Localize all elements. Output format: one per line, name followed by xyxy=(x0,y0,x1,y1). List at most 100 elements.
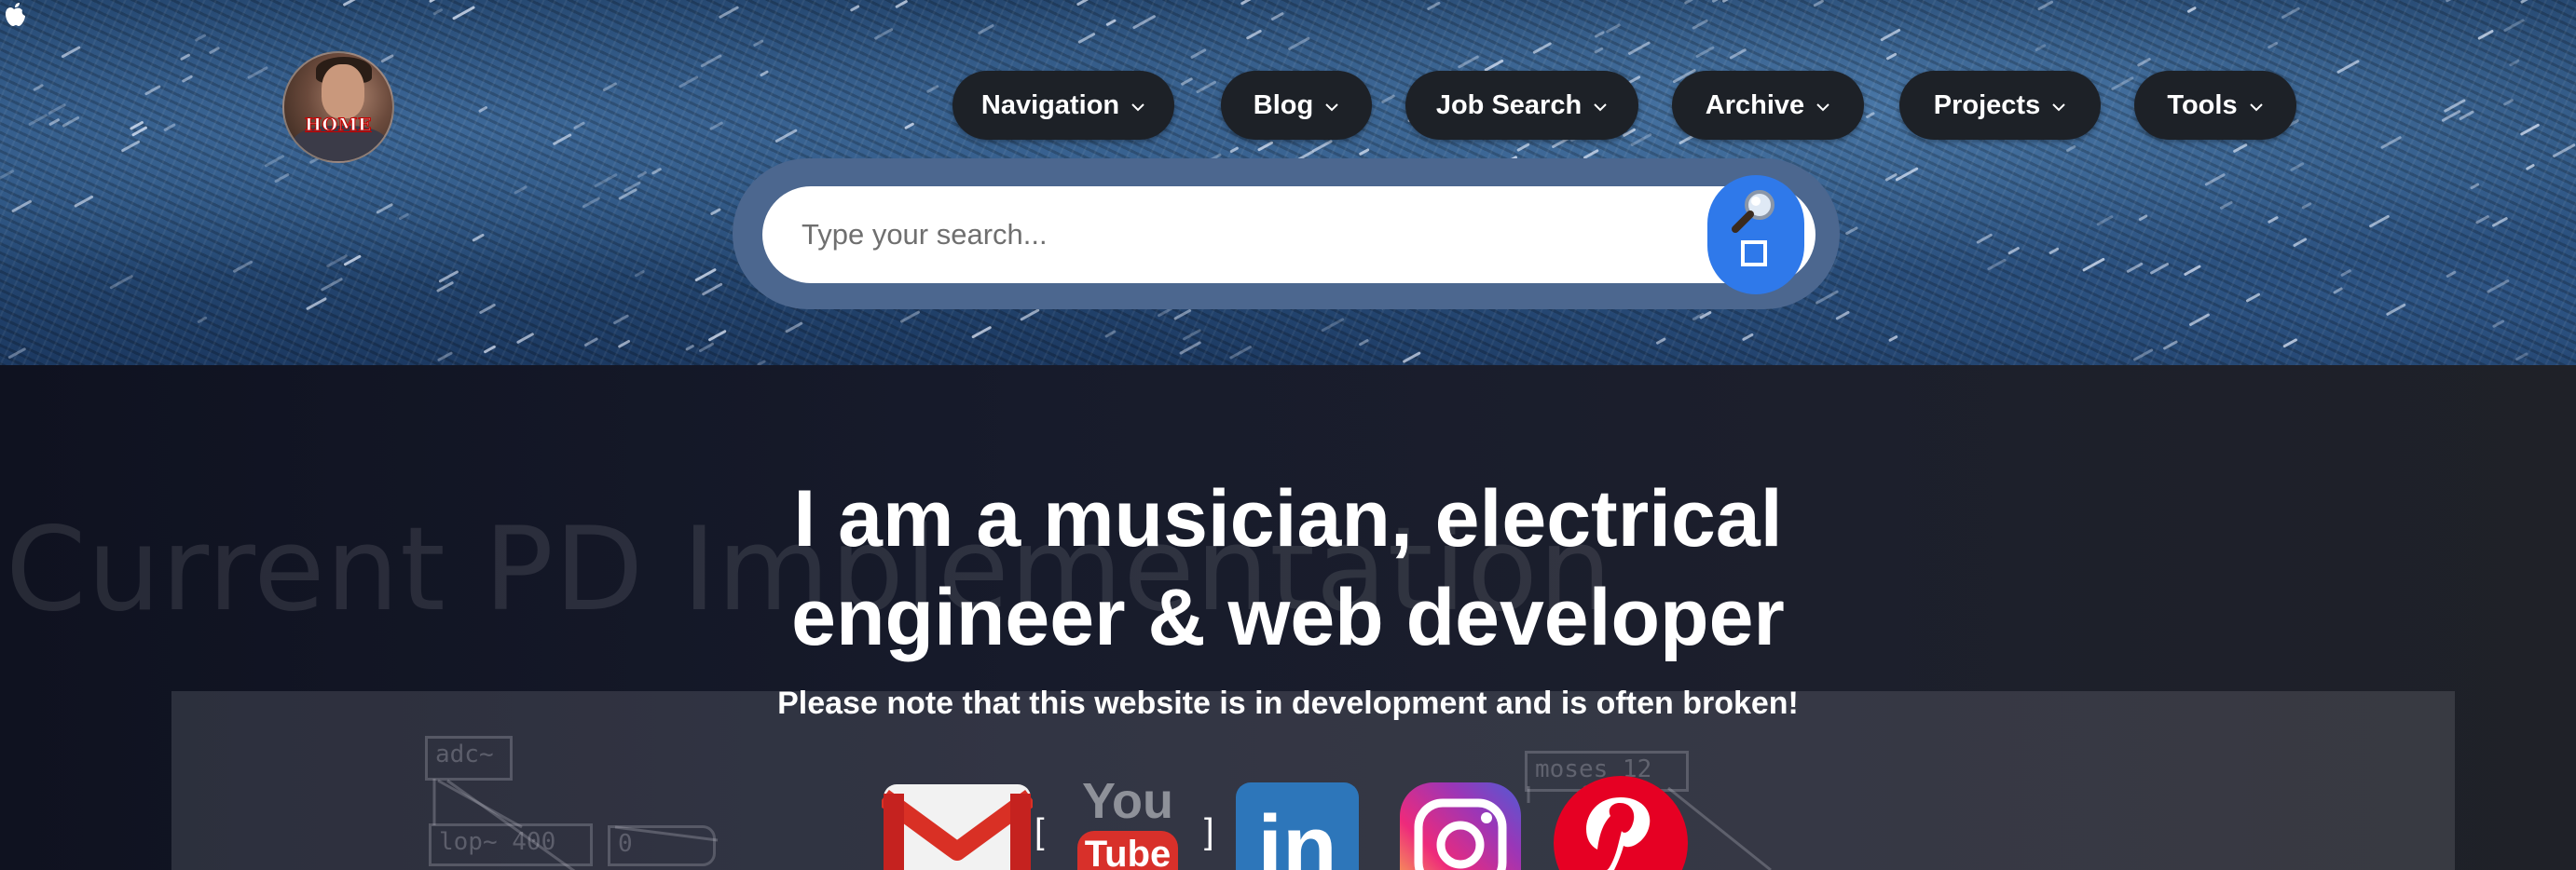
star-streak xyxy=(1484,59,1504,72)
nav-label: Job Search xyxy=(1435,89,1583,120)
star-streak xyxy=(1288,36,1310,50)
instagram-icon[interactable] xyxy=(1398,781,1523,870)
star-streak xyxy=(2048,247,2060,254)
star-streak xyxy=(978,24,994,34)
star-streak xyxy=(1179,341,1201,355)
star-streak xyxy=(1976,233,1993,244)
nav-archive[interactable]: Archive xyxy=(1672,71,1864,140)
star-streak xyxy=(2133,348,2154,361)
star-streak xyxy=(2509,59,2520,67)
star-streak xyxy=(1132,15,1156,30)
star-streak xyxy=(1888,335,1898,342)
star-streak xyxy=(583,337,598,347)
star-streak xyxy=(2126,262,2144,273)
star-streak xyxy=(74,195,94,208)
star-streak xyxy=(2282,338,2297,348)
star-streak xyxy=(2336,60,2360,74)
hero-section: Current PD Implementation adc~ lop~ 400 … xyxy=(0,365,2576,870)
star-streak xyxy=(1381,94,1395,103)
youtube-icon[interactable]: You Tube xyxy=(1076,775,1180,870)
home-avatar-link[interactable]: HOME xyxy=(282,51,394,163)
star-streak xyxy=(618,339,631,348)
star-streak xyxy=(1729,48,1747,60)
star-streak xyxy=(438,270,459,283)
nav-label: Projects xyxy=(1933,89,2041,120)
star-streak xyxy=(702,282,723,296)
star-streak xyxy=(2293,238,2308,247)
star-streak xyxy=(1105,19,1117,26)
star-streak xyxy=(1655,337,1666,345)
star-streak xyxy=(623,181,641,193)
star-streak xyxy=(1104,330,1117,338)
star-streak xyxy=(2268,216,2279,224)
star-streak xyxy=(1190,48,1207,59)
home-label: HOME xyxy=(304,115,373,136)
linkedin-icon[interactable]: in xyxy=(1236,782,1359,870)
star-streak xyxy=(1403,351,1421,363)
star-streak xyxy=(131,126,147,137)
linkedin-in-text: in xyxy=(1257,797,1337,870)
star-streak xyxy=(709,121,723,130)
magnifier-icon xyxy=(1732,190,1774,233)
star-streak xyxy=(895,0,908,8)
search-button[interactable] xyxy=(1707,175,1804,294)
star-streak xyxy=(719,6,739,19)
nav-projects[interactable]: Projects xyxy=(1899,71,2101,140)
nav-blog[interactable]: Blog xyxy=(1221,71,1372,140)
star-streak xyxy=(1895,167,1919,182)
star-streak xyxy=(2137,58,2151,67)
pd-object-adc: adc~ xyxy=(425,736,513,781)
star-streak xyxy=(452,6,475,20)
star-streak xyxy=(582,197,600,209)
star-streak xyxy=(573,121,585,129)
star-streak xyxy=(437,351,453,361)
star-streak xyxy=(2492,319,2505,328)
star-streak xyxy=(274,173,290,184)
star-streak xyxy=(163,123,176,131)
star-streak xyxy=(1742,333,1754,341)
star-streak xyxy=(2475,215,2489,224)
star-streak xyxy=(874,28,894,40)
star-streak xyxy=(326,254,348,268)
star-streak xyxy=(1692,19,1708,30)
star-streak xyxy=(2035,44,2047,52)
star-streak xyxy=(121,140,141,153)
pinterest-icon[interactable] xyxy=(1553,775,1689,870)
nav-navigation[interactable]: Navigation xyxy=(952,71,1174,140)
star-streak xyxy=(436,281,454,292)
star-streak xyxy=(247,66,268,79)
search-input[interactable] xyxy=(762,186,1816,283)
star-streak xyxy=(1158,306,1173,318)
star-streak xyxy=(618,188,637,200)
star-streak xyxy=(2189,313,2210,326)
star-streak xyxy=(899,310,920,323)
star-streak xyxy=(2369,214,2390,228)
star-streak xyxy=(1173,308,1191,320)
star-streak xyxy=(1684,0,1693,5)
star-streak xyxy=(2492,217,2508,227)
star-streak xyxy=(479,304,496,314)
star-streak xyxy=(2111,76,2134,90)
chevron-down-icon xyxy=(1325,103,1338,112)
star-streak xyxy=(1835,310,1850,320)
star-streak xyxy=(1722,0,1729,3)
star-streak xyxy=(264,155,284,168)
chevron-down-icon xyxy=(2249,103,2263,112)
star-streak xyxy=(233,260,253,273)
star-streak xyxy=(1866,112,1875,118)
star-streak xyxy=(1077,33,1096,44)
star-streak xyxy=(708,330,727,342)
star-streak xyxy=(2553,143,2576,157)
star-streak xyxy=(1606,23,1621,34)
nav-tools[interactable]: Tools xyxy=(2134,71,2296,140)
star-streak xyxy=(1427,1,1441,10)
star-streak xyxy=(1987,258,2007,271)
star-streak xyxy=(197,316,208,323)
star-streak xyxy=(28,114,48,126)
star-streak xyxy=(429,0,436,3)
nav-job-search[interactable]: Job Search xyxy=(1405,71,1638,140)
youtube-tube-badge: Tube xyxy=(1077,831,1178,870)
gmail-icon[interactable] xyxy=(882,781,1033,870)
star-streak xyxy=(1695,46,1715,58)
star-streak xyxy=(2340,269,2351,277)
